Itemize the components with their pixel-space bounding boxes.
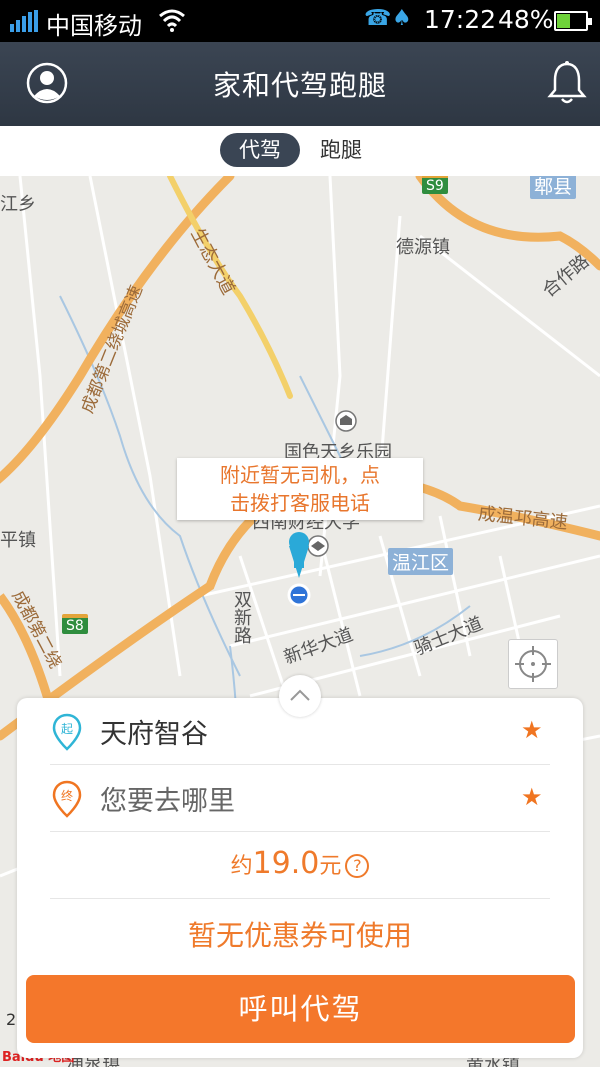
chevron-up-icon — [290, 689, 310, 701]
destination-input[interactable]: 您要去哪里 — [100, 779, 235, 818]
qq-icon: ♠ — [392, 6, 412, 31]
map-label-pingzhen: 平镇 — [0, 530, 36, 551]
svg-text:终: 终 — [61, 788, 73, 803]
tab-errand[interactable]: 跑腿 — [305, 133, 377, 167]
no-driver-tooltip[interactable]: 附近暂无司机，点 击拨打客服电话 — [177, 458, 423, 520]
signal-icon — [10, 10, 42, 32]
title-bar: 家和代驾跑腿 — [0, 42, 600, 126]
call-forward-icon: ☎ — [364, 6, 392, 31]
start-location-text: 天府智谷 — [100, 719, 208, 750]
favorite-star-icon[interactable]: ★ — [521, 716, 543, 744]
map-label-jiangxiang: 江乡 — [0, 194, 36, 215]
end-pin-icon: 终 — [52, 780, 82, 818]
highway-shield-s8: S8 — [62, 614, 88, 634]
carrier-name: 中国移动 — [46, 12, 142, 40]
tooltip-line2: 击拨打客服电话 — [230, 491, 370, 515]
price-help-icon[interactable]: ? — [345, 854, 370, 878]
map-scale: 2 — [6, 1010, 17, 1029]
status-bar: 中国移动 ☎ ♠ 17:22 48% — [0, 0, 600, 42]
tooltip-line1: 附近暂无司机，点 — [220, 463, 380, 487]
map-label-deyuan: 德源镇 — [396, 237, 450, 258]
wifi-icon — [159, 9, 185, 32]
map-label-shuangxin: 双新路 — [231, 590, 252, 644]
battery-icon — [554, 11, 592, 31]
service-tabs: 代驾 跑腿 — [0, 126, 600, 176]
clock: 17:22 — [424, 5, 497, 34]
price-estimate: 约19.0元? — [50, 832, 550, 899]
destination-row[interactable]: 终 您要去哪里 ★ — [50, 765, 550, 832]
price-value: 19.0 — [252, 846, 320, 881]
price-prefix: 约 — [230, 854, 253, 879]
page-title: 家和代驾跑腿 — [212, 69, 387, 102]
price-unit: 元 — [319, 854, 342, 879]
bell-icon[interactable] — [546, 60, 588, 106]
highway-shield-s9: S9 — [422, 176, 448, 194]
favorite-star-icon[interactable]: ★ — [521, 783, 543, 811]
locate-button[interactable] — [508, 639, 558, 689]
tab-driving[interactable]: 代驾 — [220, 133, 300, 167]
start-pin-icon: 起 — [52, 713, 82, 751]
map-label-pixian: 郫县 — [530, 176, 577, 199]
coupon-status[interactable]: 暂无优惠券可使用 — [17, 914, 583, 954]
map-label-wenjiang: 温江区 — [388, 548, 454, 575]
battery-percent: 48% — [498, 5, 554, 34]
call-driver-button[interactable]: 呼叫代驾 — [26, 975, 575, 1043]
crosshair-icon — [515, 646, 551, 682]
svg-text:起: 起 — [61, 722, 73, 736]
collapse-card-button[interactable] — [279, 675, 321, 717]
